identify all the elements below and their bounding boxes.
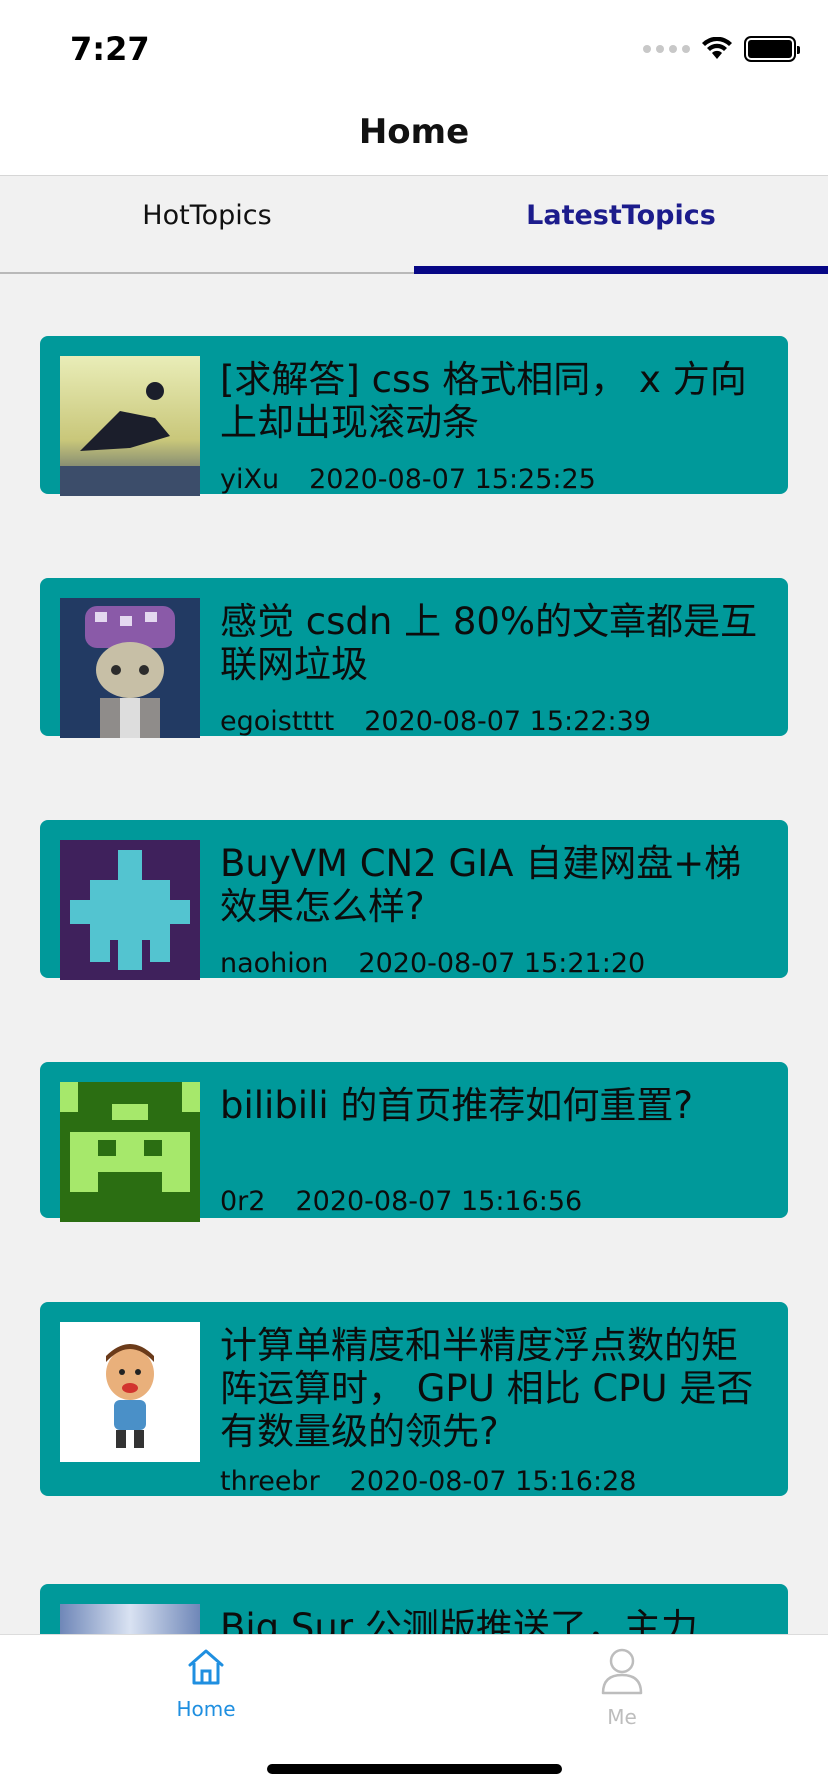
status-bar: 7:27 xyxy=(0,0,828,96)
topic-title: Big Sur 公测版推送了，主力 xyxy=(220,1606,698,1634)
user-icon xyxy=(601,1648,643,1695)
topic-meta: threebr 2020-08-07 15:16:28 xyxy=(220,1466,636,1497)
home-indicator xyxy=(267,1764,562,1774)
topic-title: 计算单精度和半精度浮点数的矩阵运算时， GPU 相比 CPU 是否有数量级的领先… xyxy=(220,1324,754,1453)
navigation-header: Home xyxy=(0,96,828,176)
topic-card[interactable]: BuyVM CN2 GIA 自建网盘+梯效果怎么样? naohion 2020-0… xyxy=(40,820,788,980)
tab-hot-topics[interactable]: HotTopics xyxy=(0,176,414,272)
topic-time: 2020-08-07 15:22:39 xyxy=(364,706,651,737)
user-avatar xyxy=(60,1082,200,1222)
tab-latest-topics[interactable]: LatestTopics xyxy=(414,176,828,274)
topic-title: [求解答] css 格式相同， x 方向上却出现滚动条 xyxy=(220,358,747,444)
user-avatar xyxy=(60,1604,200,1634)
topic-card[interactable]: 感觉 csdn 上 80%的文章都是互联网垃圾 egoistttt 2020-08… xyxy=(40,578,788,738)
topic-author: 0r2 xyxy=(220,1186,266,1217)
topic-card[interactable]: Big Sur 公测版推送了，主力 xyxy=(40,1584,788,1634)
user-avatar xyxy=(60,840,200,980)
topic-meta: egoistttt 2020-08-07 15:22:39 xyxy=(220,706,651,737)
cellular-signal-icon xyxy=(643,45,690,53)
topic-time: 2020-08-07 15:21:20 xyxy=(358,948,646,979)
status-time: 7:27 xyxy=(70,30,150,68)
bottom-tab-me[interactable]: Me xyxy=(562,1647,682,1729)
topic-title: 感觉 csdn 上 80%的文章都是互联网垃圾 xyxy=(220,600,758,686)
battery-icon xyxy=(744,36,800,62)
topic-time: 2020-08-07 15:16:56 xyxy=(295,1186,583,1217)
topic-author: naohion xyxy=(220,948,329,979)
topic-author: egoistttt xyxy=(220,706,335,737)
topic-list[interactable]: [求解答] css 格式相同， x 方向上却出现滚动条 yiXu 2020-08-… xyxy=(0,274,828,1634)
topic-title: bilibili 的首页推荐如何重置? xyxy=(220,1084,694,1127)
topic-tab-bar: HotTopics LatestTopics xyxy=(0,176,828,274)
user-avatar xyxy=(60,1322,200,1462)
topic-meta: 0r2 2020-08-07 15:16:56 xyxy=(220,1186,582,1217)
user-avatar xyxy=(60,356,200,496)
topic-time: 2020-08-07 15:16:28 xyxy=(349,1466,637,1497)
topic-card[interactable]: [求解答] css 格式相同， x 方向上却出现滚动条 yiXu 2020-08-… xyxy=(40,336,788,496)
topic-time: 2020-08-07 15:25:25 xyxy=(309,464,596,495)
user-avatar xyxy=(60,598,200,738)
bottom-tab-home[interactable]: Home xyxy=(146,1647,266,1721)
topic-author: yiXu xyxy=(220,464,280,495)
me-label: Me xyxy=(607,1705,637,1729)
topic-card[interactable]: 计算单精度和半精度浮点数的矩阵运算时， GPU 相比 CPU 是否有数量级的领先… xyxy=(40,1302,788,1497)
topic-card[interactable]: bilibili 的首页推荐如何重置? 0r2 2020-08-07 15:16:… xyxy=(40,1062,788,1222)
topic-title: BuyVM CN2 GIA 自建网盘+梯效果怎么样? xyxy=(220,842,742,928)
home-icon xyxy=(188,1649,224,1685)
topic-meta: yiXu 2020-08-07 15:25:25 xyxy=(220,464,596,495)
home-label: Home xyxy=(176,1697,236,1721)
page-title: Home xyxy=(358,112,470,152)
topic-author: threebr xyxy=(220,1466,320,1497)
topic-meta: naohion 2020-08-07 15:21:20 xyxy=(220,948,645,979)
status-icons xyxy=(643,36,800,62)
wifi-icon xyxy=(702,37,732,59)
